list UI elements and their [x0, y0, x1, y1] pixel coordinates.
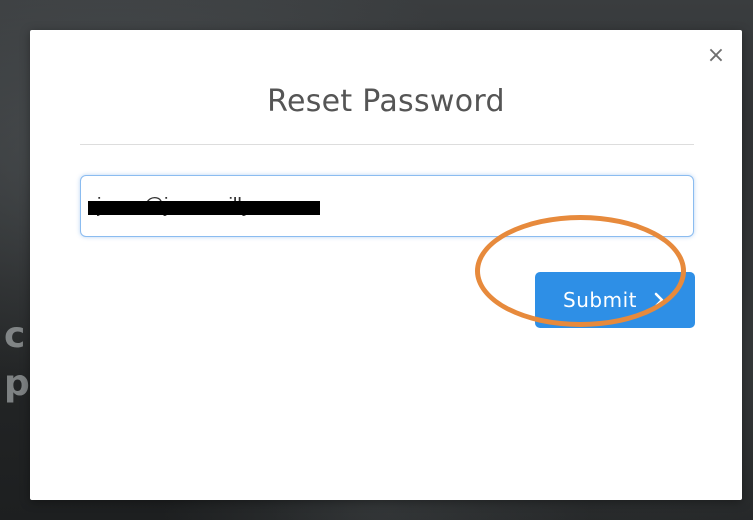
title-divider — [80, 144, 694, 145]
background-text-fragment: c — [4, 315, 26, 356]
close-icon[interactable]: × — [704, 44, 728, 68]
background-text-fragment: p — [4, 363, 30, 404]
submit-button[interactable]: Submit — [535, 272, 695, 328]
chevron-right-icon — [654, 292, 664, 308]
submit-button-label: Submit — [563, 288, 637, 312]
reset-password-modal: × Reset Password Submit — [30, 30, 742, 500]
modal-title: Reset Password — [267, 84, 505, 119]
redaction-bar — [88, 201, 320, 215]
